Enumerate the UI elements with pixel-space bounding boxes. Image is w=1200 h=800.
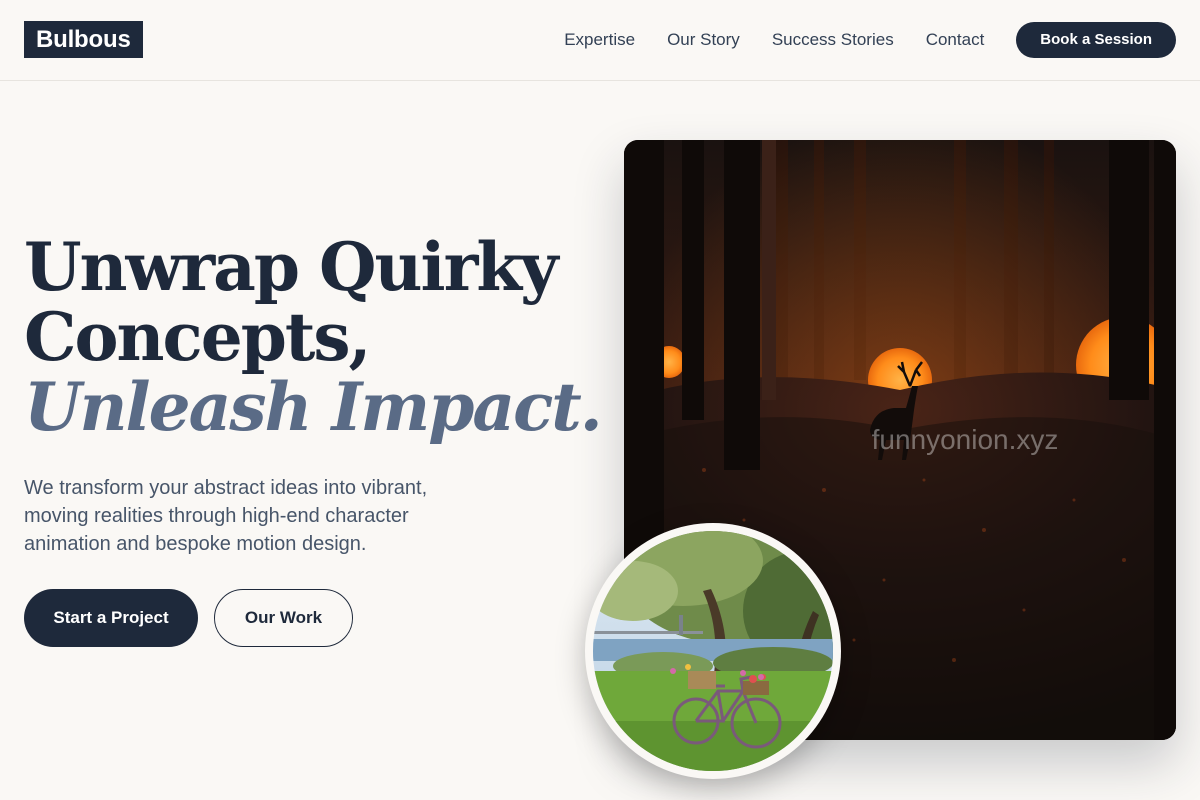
start-project-button[interactable]: Start a Project (24, 589, 198, 647)
bicycle-scene (593, 531, 833, 771)
headline-accent: Unleash Impact. (24, 368, 603, 446)
nav-link-our-story[interactable]: Our Story (667, 22, 740, 58)
inset-image-bicycle (593, 531, 833, 771)
nav-link-expertise[interactable]: Expertise (564, 22, 635, 58)
hero-headline: Unwrap Quirky Concepts, Unleash Impact. (24, 232, 604, 442)
nav-link-contact[interactable]: Contact (926, 22, 985, 58)
inset-image-frame (585, 523, 841, 779)
our-work-button[interactable]: Our Work (214, 589, 353, 647)
headline-line-2: Concepts, (24, 298, 371, 376)
main-nav: Expertise Our Story Success Stories Cont… (564, 22, 1176, 58)
image-watermark: funnyonion.xyz (871, 424, 1059, 455)
headline-line-1: Unwrap Quirky (24, 228, 558, 306)
bicycle-basket (688, 671, 716, 689)
hero-subtext: We transform your abstract ideas into vi… (24, 477, 428, 555)
brand-logo[interactable]: Bulbous (24, 21, 143, 58)
nav-link-success-stories[interactable]: Success Stories (772, 22, 894, 58)
site-header: Bulbous Expertise Our Story Success Stor… (0, 0, 1200, 81)
book-session-button[interactable]: Book a Session (1016, 22, 1176, 58)
